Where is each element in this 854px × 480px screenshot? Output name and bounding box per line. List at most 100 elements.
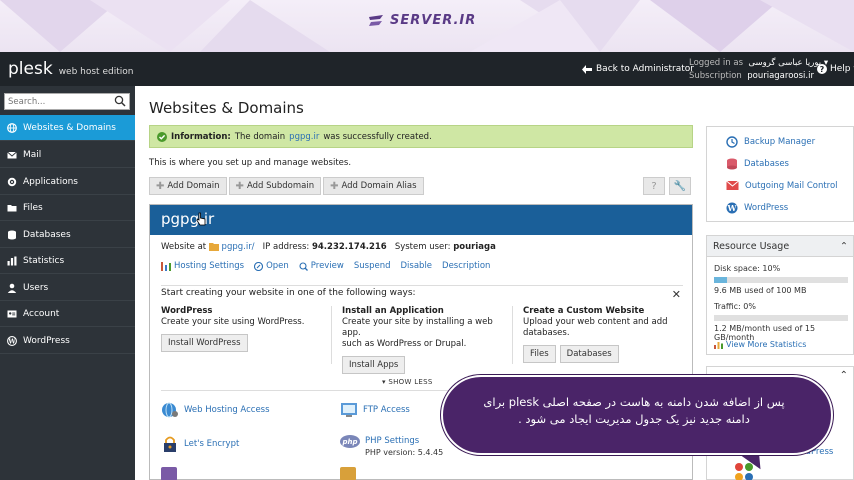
domain-toolbar: ✚ Add Domain ✚ Add Subdomain ✚ Add Domain A… (149, 177, 424, 195)
web-hosting-access-link[interactable]: Web Hosting Access (161, 402, 270, 418)
back-to-admin-link[interactable]: Back to Administrator (582, 64, 694, 74)
view-more-statistics-link[interactable]: View More Statistics (714, 340, 806, 349)
show-less-toggle[interactable]: ▾ SHOW LESS (382, 378, 433, 386)
partial-service-icon (340, 467, 356, 480)
description-link[interactable]: Description (442, 261, 490, 271)
link-label: Preview (310, 261, 344, 271)
traffic-label: Traffic: 0% (714, 302, 756, 311)
sidebar-item-wordpress[interactable]: W WordPress (0, 328, 135, 354)
wordpress-link[interactable]: W WordPress (726, 202, 788, 214)
user-info: Logged in as پوریا عباسی گروسی ▾ Subscri… (689, 57, 828, 83)
sidebar-item-mail[interactable]: Mail (0, 142, 135, 168)
show-less-label: SHOW LESS (388, 378, 433, 386)
help-menu[interactable]: ? Help▾ (817, 64, 854, 74)
callout-bubble: پس از اضافه شدن دامنه به هاست در صفحه اص… (441, 375, 833, 455)
ftp-icon (341, 403, 357, 417)
add-domain-label: Add Domain (167, 181, 220, 191)
backup-manager-link[interactable]: Backup Manager (726, 136, 815, 148)
svg-text:?: ? (820, 65, 825, 74)
install-apps-button[interactable]: Install Apps (342, 356, 406, 374)
install-wordpress-button[interactable]: Install WordPress (161, 334, 248, 352)
server-ir-logo: SERVER.IR (368, 13, 476, 28)
plus-icon: ✚ (156, 180, 165, 192)
bar-chart-icon (7, 256, 17, 265)
add-subdomain-button[interactable]: ✚ Add Subdomain (228, 177, 322, 195)
link-label: Hosting Settings (174, 261, 245, 271)
resource-usage-header[interactable]: Resource Usage ⌃ (707, 236, 853, 257)
page-description: This is where you set up and manage webs… (149, 158, 352, 168)
info-text-pre: The domain (234, 131, 286, 142)
databases-button[interactable]: Databases (559, 345, 619, 363)
account-icon (7, 310, 17, 317)
close-icon[interactable]: ✕ (672, 288, 681, 301)
add-domain-alias-button[interactable]: ✚ Add Domain Alias (323, 177, 424, 195)
plus-icon: ✚ (330, 180, 339, 192)
sidebar-item-websites-domains[interactable]: Websites & Domains (0, 115, 135, 141)
hosting-settings-link[interactable]: Hosting Settings (161, 261, 244, 271)
subscription-value[interactable]: pouriagaroosi.ir (747, 71, 814, 81)
sidebar-item-statistics[interactable]: Statistics (0, 248, 135, 274)
back-label: Back to Administrator (596, 64, 694, 74)
lets-encrypt-link[interactable]: Let's Encrypt (161, 435, 239, 453)
files-button[interactable]: Files (523, 345, 556, 363)
search-input[interactable] (5, 94, 109, 109)
info-domain-link[interactable]: pgpg.ir (289, 132, 319, 142)
sidebar-item-files[interactable]: Files (0, 195, 135, 221)
link-label: Databases (744, 159, 789, 169)
banner-brand: SERVER.IR (390, 13, 477, 28)
add-subdomain-label: Add Subdomain (246, 181, 315, 191)
php-label: PHP Settings (365, 436, 420, 446)
sidebar-item-applications[interactable]: Applications (0, 169, 135, 195)
callout-line-2: دامنه جدید نیز یک جدول مدیریت ایجاد می ش… (518, 412, 750, 426)
sidebar-item-databases[interactable]: Databases (0, 222, 135, 248)
suspend-link[interactable]: Suspend (354, 261, 391, 271)
outgoing-mail-control-link[interactable]: Outgoing Mail Control (726, 180, 838, 191)
collapse-icon[interactable]: ⌃ (840, 241, 848, 252)
disk-space-fill (714, 277, 728, 283)
disk-space-bar (714, 277, 848, 283)
website-link[interactable]: pgpg.ir/ (222, 242, 255, 252)
open-link[interactable]: Open (254, 261, 289, 271)
wp-title: WordPress (161, 306, 213, 316)
subscription-label: Subscription (689, 71, 742, 81)
custom-desc-2: databases. (523, 328, 570, 338)
settings-tool-button[interactable]: 🔧 (669, 177, 691, 195)
php-settings-link[interactable]: php PHP Settings PHP version: 5.4.45 (340, 435, 443, 459)
disable-link[interactable]: Disable (401, 261, 433, 271)
collapse-icon[interactable]: ⌃ (840, 370, 848, 381)
open-icon (254, 261, 264, 271)
ip-label: IP address: (262, 242, 310, 252)
sidebar-item-users[interactable]: Users (0, 275, 135, 301)
ftp-access-link[interactable]: FTP Access (340, 402, 410, 418)
wordpress-icon: W (726, 202, 738, 214)
install-app-option: Install an Application Create your site … (342, 306, 512, 374)
search-icon[interactable] (114, 95, 126, 107)
add-alias-label: Add Domain Alias (341, 181, 417, 191)
promo-banner: SERVER.IR (0, 0, 854, 52)
logged-user[interactable]: پوریا عباسی گروسی (748, 58, 821, 68)
domain-header[interactable]: pgpg.ir (150, 205, 692, 235)
add-domain-button[interactable]: ✚ Add Domain (149, 177, 227, 195)
disk-space-label: Disk space: 10% (714, 264, 781, 273)
start-heading: Start creating your website in one of th… (161, 288, 416, 298)
ftp-label: FTP Access (363, 405, 410, 415)
sidebar: Websites & Domains Mail Applications Fil… (0, 86, 135, 480)
help-tool-button[interactable]: ? (643, 177, 665, 195)
lets-encrypt-label: Let's Encrypt (184, 439, 240, 449)
database-icon (727, 158, 737, 170)
custom-title: Create a Custom Website (523, 306, 645, 316)
sidebar-item-account[interactable]: Account (0, 301, 135, 327)
custom-desc-1: Upload your web content and add (523, 317, 668, 327)
logged-label: Logged in as (689, 58, 743, 68)
divider (331, 306, 332, 364)
backup-icon (726, 136, 738, 148)
plesk-logo[interactable]: plesk web host edition (8, 59, 133, 79)
sidebar-item-label: Applications (23, 176, 78, 187)
page-title: Websites & Domains (149, 99, 304, 117)
top-bar: plesk web host edition Back to Administr… (0, 52, 854, 86)
databases-link[interactable]: Databases (726, 158, 789, 170)
globe-icon (7, 122, 17, 133)
info-label: Information: (171, 131, 231, 142)
preview-icon (299, 261, 308, 271)
preview-link[interactable]: Preview (299, 261, 344, 271)
